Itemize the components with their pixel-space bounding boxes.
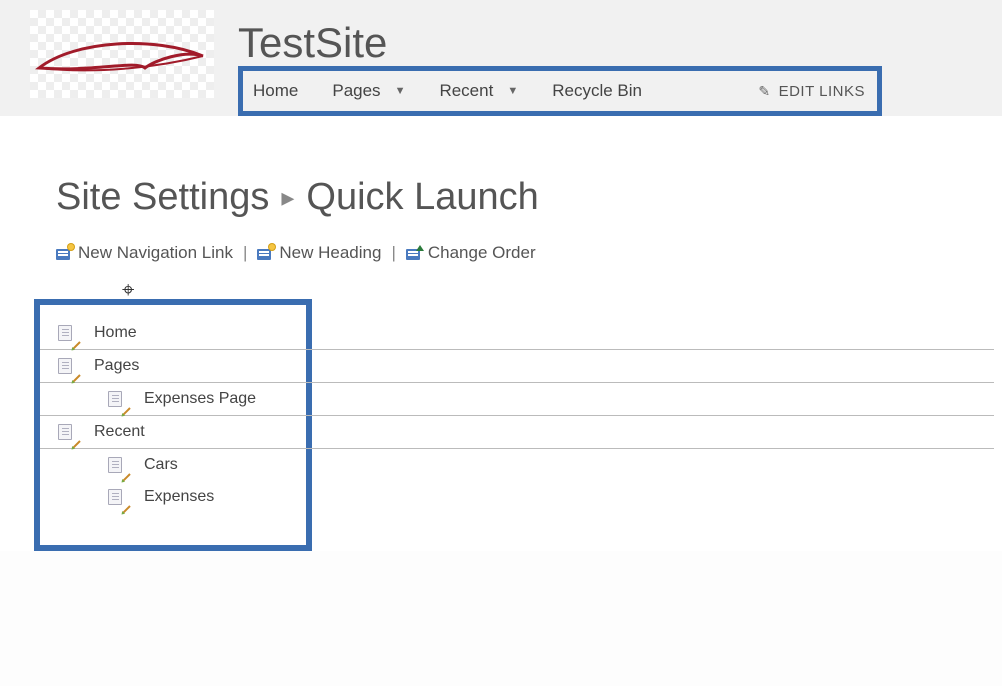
chevron-down-icon: ▼ bbox=[395, 85, 406, 97]
separator: | bbox=[243, 243, 247, 263]
tree-item-label: Cars bbox=[144, 456, 178, 474]
tree-item-expenses-page[interactable]: Expenses Page bbox=[40, 383, 994, 416]
tree-item-cars[interactable]: Cars bbox=[40, 449, 306, 481]
page-edit-icon bbox=[58, 325, 76, 341]
action-label: New Heading bbox=[279, 243, 381, 263]
nav-label: Home bbox=[253, 81, 298, 101]
tree-item-home[interactable]: Home bbox=[40, 317, 994, 350]
new-heading-link[interactable]: New Heading bbox=[257, 243, 381, 263]
tree-item-label: Recent bbox=[94, 423, 145, 441]
separator: | bbox=[391, 243, 395, 263]
nav-label: Recent bbox=[439, 81, 493, 101]
nav-recycle-bin[interactable]: Recycle Bin bbox=[552, 81, 642, 101]
tree-item-label: Home bbox=[94, 324, 137, 342]
nav-pages[interactable]: Pages ▼ bbox=[332, 81, 405, 101]
change-order-link[interactable]: Change Order bbox=[406, 243, 536, 263]
tree-item-label: Pages bbox=[94, 357, 139, 375]
breadcrumb-separator-icon: ▸ bbox=[281, 182, 294, 213]
page-edit-icon bbox=[108, 391, 126, 407]
page-edit-icon bbox=[58, 358, 76, 374]
new-heading-icon bbox=[257, 246, 273, 260]
content-area: Site Settings ▸ Quick Launch New Navigat… bbox=[0, 116, 1002, 551]
breadcrumb-parent[interactable]: Site Settings bbox=[56, 176, 269, 219]
breadcrumb-current: Quick Launch bbox=[306, 176, 538, 219]
pencil-icon: ✎ bbox=[758, 83, 770, 100]
chevron-down-icon: ▼ bbox=[507, 85, 518, 97]
tree-item-label: Expenses bbox=[144, 488, 214, 506]
breadcrumb: Site Settings ▸ Quick Launch bbox=[56, 176, 1002, 219]
cursor-icon: ⌖ bbox=[122, 277, 134, 303]
nav-home[interactable]: Home bbox=[253, 81, 298, 101]
edit-links-button[interactable]: ✎ EDIT LINKS bbox=[758, 83, 865, 100]
nav-recent[interactable]: Recent ▼ bbox=[439, 81, 518, 101]
change-order-icon bbox=[406, 246, 422, 260]
page-edit-icon bbox=[108, 489, 126, 505]
site-title[interactable]: TestSite bbox=[238, 22, 1002, 64]
page-edit-icon bbox=[58, 424, 76, 440]
header-band: TestSite Home Pages ▼ Recent ▼ Recycle B… bbox=[0, 0, 1002, 116]
tree-item-expenses[interactable]: Expenses bbox=[40, 481, 306, 513]
actions-row: New Navigation Link | New Heading | Chan… bbox=[56, 243, 1002, 263]
action-label: Change Order bbox=[428, 243, 536, 263]
top-nav-bar: Home Pages ▼ Recent ▼ Recycle Bin ✎ EDIT… bbox=[238, 66, 882, 116]
action-label: New Navigation Link bbox=[78, 243, 233, 263]
nav-label: Recycle Bin bbox=[552, 81, 642, 101]
site-logo[interactable] bbox=[30, 10, 214, 98]
tree-item-pages[interactable]: Pages bbox=[40, 350, 994, 383]
new-link-icon bbox=[56, 246, 72, 260]
tree-item-recent[interactable]: Recent bbox=[40, 416, 994, 449]
page-edit-icon bbox=[108, 457, 126, 473]
quick-launch-tree: ⌖ Home Pages Expenses Page Recent Cars E… bbox=[34, 299, 312, 551]
new-navigation-link[interactable]: New Navigation Link bbox=[56, 243, 233, 263]
nav-label: Pages bbox=[332, 81, 380, 101]
edit-links-label: EDIT LINKS bbox=[779, 83, 865, 100]
tree-item-label: Expenses Page bbox=[144, 390, 256, 408]
